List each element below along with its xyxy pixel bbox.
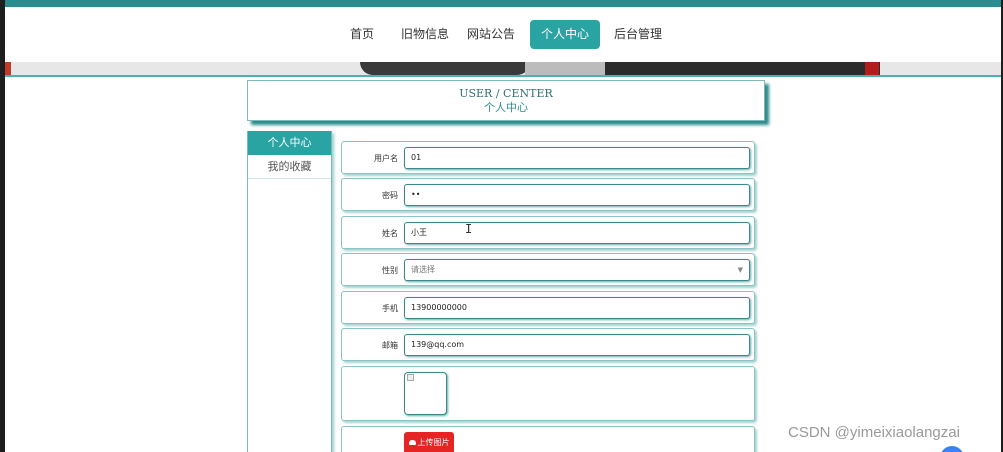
top-navbar: 首页 旧物信息 网站公告 个人中心 后台管理: [5, 7, 1001, 62]
nav-item-admin[interactable]: 后台管理: [611, 20, 665, 49]
upload-image-button[interactable]: 上传图片: [404, 432, 454, 452]
form-row-upload: 上传图片: [341, 426, 755, 452]
top-strip: [0, 0, 1003, 7]
username-input[interactable]: 01: [404, 147, 750, 169]
phone-label: 手机: [382, 304, 398, 313]
watermark: CSDN @yimeixiaolangzai: [788, 424, 960, 441]
nav-item-items[interactable]: 旧物信息: [395, 20, 455, 49]
chevron-down-icon: ▼: [737, 266, 743, 274]
user-sidebar: 个人中心 我的收藏: [247, 131, 332, 452]
page-title-en: USER / CENTER: [459, 87, 553, 100]
upload-cloud-icon: [408, 440, 416, 445]
upload-button-label: 上传图片: [417, 438, 450, 447]
email-input[interactable]: 139@qq.com: [404, 334, 750, 356]
page-title-cn: 个人中心: [484, 101, 528, 114]
banner-divider: [5, 75, 1001, 77]
phone-input[interactable]: 13900000000: [404, 297, 750, 319]
form-row-phone: 手机 13900000000: [341, 291, 755, 324]
nav-item-home[interactable]: 首页: [342, 20, 382, 49]
broken-image-icon: [407, 374, 414, 381]
text-cursor-icon: I: [465, 222, 473, 236]
avatar-preview[interactable]: [404, 372, 447, 415]
form-row-gender: 性别 请选择 ▼: [341, 253, 755, 286]
name-input[interactable]: 小王: [404, 222, 750, 244]
gender-label: 性别: [382, 266, 398, 275]
password-label: 密码: [382, 191, 398, 200]
email-label: 邮箱: [382, 341, 398, 350]
gender-select-placeholder: 请选择: [411, 265, 435, 274]
password-input[interactable]: ••: [404, 184, 750, 206]
name-label: 姓名: [382, 229, 398, 238]
floating-action-icon[interactable]: [940, 446, 964, 452]
username-label: 用户名: [374, 154, 398, 163]
form-row-username: 用户名 01: [341, 141, 755, 174]
sidebar-item-favorites[interactable]: 我的收藏: [248, 155, 331, 179]
form-row-password: 密码 ••: [341, 178, 755, 211]
form-row-email: 邮箱 139@qq.com: [341, 328, 755, 361]
banner-image: [5, 62, 1001, 75]
page-title-card: USER / CENTER 个人中心: [247, 80, 765, 121]
form-row-name: 姓名 小王: [341, 216, 755, 249]
sidebar-item-user-center[interactable]: 个人中心: [248, 131, 331, 155]
nav-item-user-center[interactable]: 个人中心: [530, 20, 600, 49]
gender-select[interactable]: 请选择 ▼: [404, 259, 750, 281]
nav-item-notices[interactable]: 网站公告: [464, 20, 518, 49]
form-row-avatar: [341, 366, 755, 421]
